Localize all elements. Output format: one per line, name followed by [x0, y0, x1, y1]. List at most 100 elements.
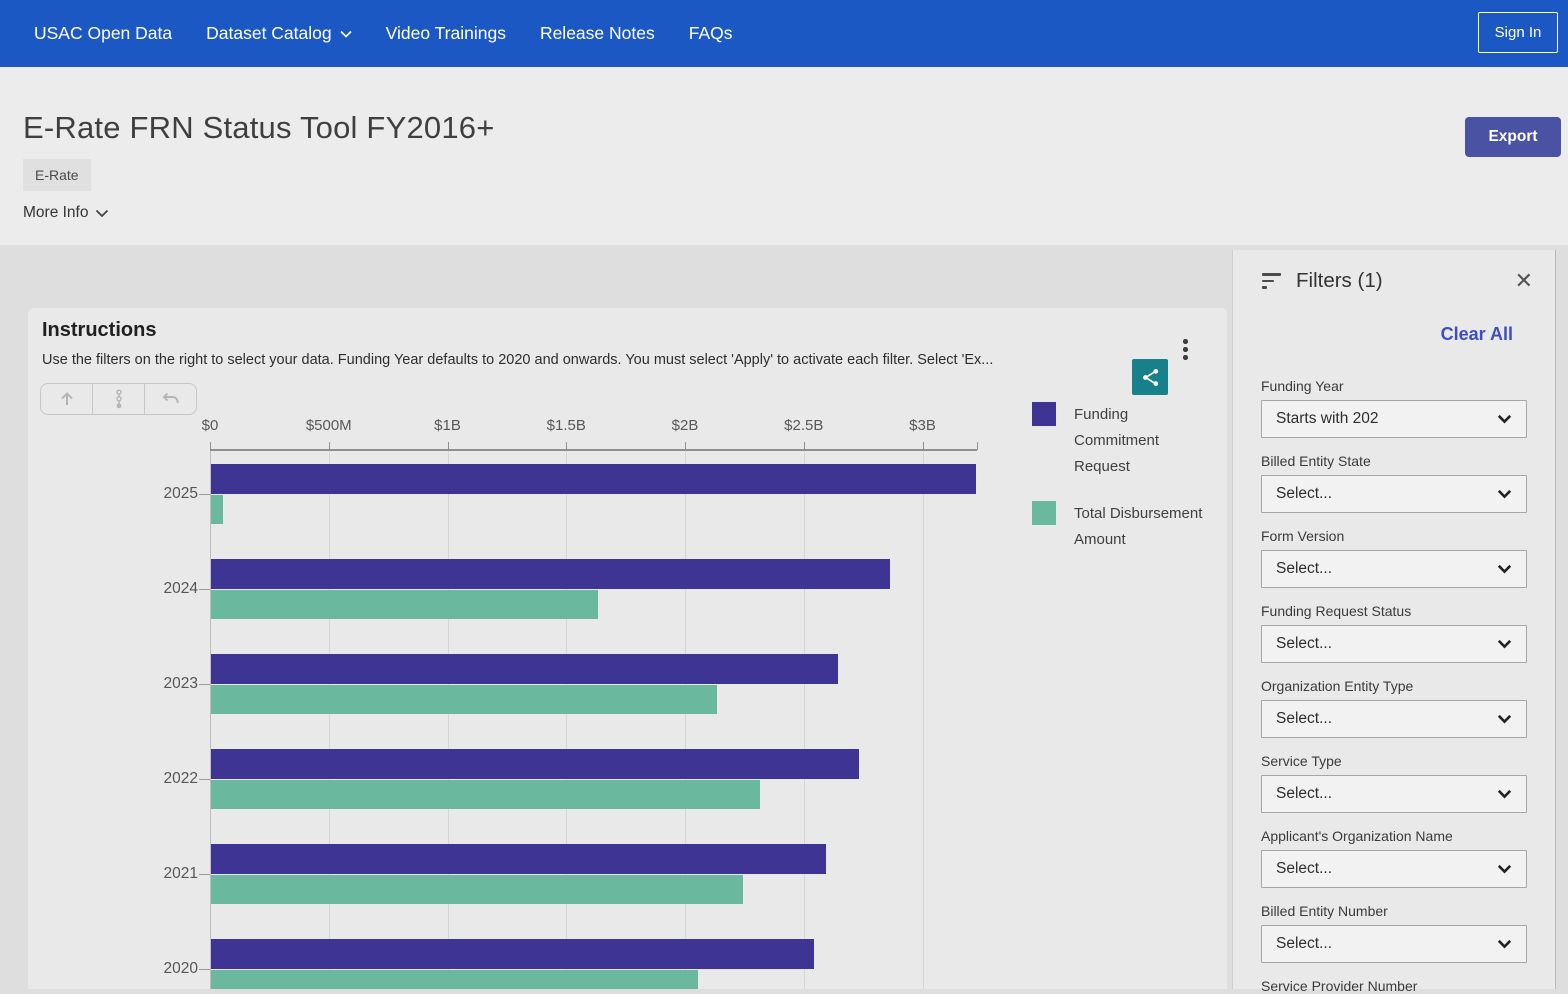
filters-panel: Filters (1) ✕ Clear All Funding YearStar… [1232, 250, 1556, 989]
bar-total-disbursement-amount-2023[interactable] [211, 685, 717, 714]
instructions-text: Use the filters on the right to select y… [42, 352, 1062, 368]
y-tick-mark [199, 874, 210, 875]
drill-hierarchy-button[interactable] [93, 384, 145, 414]
chevron-down-icon [1497, 714, 1512, 724]
nav-item-label: Release Notes [540, 23, 655, 44]
legend-swatch [1032, 402, 1056, 426]
y-axis-label: 2020 [132, 960, 198, 978]
filter-select-applicant-s-organization-name[interactable]: Select... [1261, 850, 1527, 888]
chart-toolbar [40, 383, 197, 415]
bar-funding-commitment-request-2025[interactable] [211, 464, 976, 494]
x-tick-mark [977, 442, 978, 450]
bar-funding-commitment-request-2024[interactable] [211, 559, 890, 589]
chevron-down-icon [1497, 564, 1512, 574]
filter-select-value: Select... [1276, 635, 1332, 653]
share-icon [1140, 367, 1161, 388]
gridline [329, 451, 330, 989]
nav-item-label: USAC Open Data [34, 23, 172, 44]
chart-card: Instructions Use the filters on the righ… [28, 308, 1227, 989]
legend-label: Total DisbursementAmount [1074, 501, 1208, 553]
filter-select-service-type[interactable]: Select... [1261, 775, 1527, 813]
clear-all-button[interactable]: Clear All [1233, 324, 1555, 345]
bar-total-disbursement-amount-2025[interactable] [211, 495, 223, 524]
nav-links: USAC Open Data Dataset Catalog Video Train… [0, 23, 733, 44]
filter-select-value: Select... [1276, 710, 1332, 728]
filter-select-form-version[interactable]: Select... [1261, 550, 1527, 588]
sign-in-button[interactable]: Sign In [1478, 12, 1558, 53]
filter-select-billed-entity-state[interactable]: Select... [1261, 475, 1527, 513]
nav-item-label: FAQs [689, 23, 733, 44]
nav-item-dataset-catalog[interactable]: Dataset Catalog [206, 23, 352, 44]
filter-label: Organization Entity Type [1261, 678, 1527, 694]
category-tag[interactable]: E-Rate [23, 159, 91, 191]
gridline [923, 451, 924, 989]
filter-group-service-type: Service TypeSelect... [1261, 753, 1527, 813]
filter-group-funding-request-status: Funding Request StatusSelect... [1261, 603, 1527, 663]
nav-brand[interactable]: USAC Open Data [34, 23, 172, 44]
y-axis-label: 2022 [132, 770, 198, 788]
more-options-menu[interactable] [1179, 335, 1192, 364]
nav-item-release-notes[interactable]: Release Notes [540, 23, 655, 44]
filter-select-value: Select... [1276, 785, 1332, 803]
more-info-label: More Info [23, 204, 88, 222]
nav-item-video-trainings[interactable]: Video Trainings [386, 23, 506, 44]
chevron-down-icon [340, 30, 352, 38]
chevron-down-icon [1497, 639, 1512, 649]
bar-funding-commitment-request-2020[interactable] [211, 939, 814, 969]
chevron-down-icon [1497, 414, 1512, 424]
y-axis-label: 2025 [132, 485, 198, 503]
bar-total-disbursement-amount-2022[interactable] [211, 780, 760, 809]
y-tick-mark [199, 494, 210, 495]
filters-title: Filters (1) [1296, 269, 1383, 293]
close-icon[interactable]: ✕ [1515, 270, 1533, 292]
legend-label: FundingCommitmentRequest [1074, 402, 1208, 480]
undo-button[interactable] [145, 384, 196, 414]
x-tick-label: $2.5B [762, 417, 846, 434]
top-navbar: USAC Open Data Dataset Catalog Video Train… [0, 0, 1568, 67]
kebab-menu-icon [1183, 339, 1188, 344]
bar-total-disbursement-amount-2024[interactable] [211, 590, 598, 619]
filter-group-form-version: Form Version Select... [1261, 528, 1527, 588]
page-header: E-Rate FRN Status Tool FY2016+ E-Rate Mo… [0, 67, 1568, 245]
filter-label: Billed Entity State [1261, 453, 1527, 469]
share-button[interactable] [1132, 359, 1168, 395]
filter-select-value: Select... [1276, 860, 1332, 878]
filter-select-organization-entity-type[interactable]: Select... [1261, 700, 1527, 738]
page-title: E-Rate FRN Status Tool FY2016+ [23, 110, 495, 146]
gridline [566, 451, 567, 989]
bar-funding-commitment-request-2021[interactable] [211, 844, 826, 874]
nav-item-label: Video Trainings [386, 23, 506, 44]
filter-icon [1262, 273, 1282, 289]
drill-hierarchy-icon [113, 389, 125, 410]
nav-item-faqs[interactable]: FAQs [689, 23, 733, 44]
y-axis-label: 2024 [132, 580, 198, 598]
filter-select-funding-request-status[interactable]: Select... [1261, 625, 1527, 663]
y-axis-label: 2023 [132, 675, 198, 693]
more-info-toggle[interactable]: More Info [23, 204, 109, 222]
nav-item-label: Dataset Catalog [206, 23, 332, 44]
instructions-title: Instructions [42, 319, 156, 342]
bar-funding-commitment-request-2023[interactable] [211, 654, 838, 684]
chevron-down-icon [1497, 489, 1512, 499]
filter-label: Form Version [1261, 528, 1527, 544]
filter-group-applicant-s-organization-name: Applicant's Organization NameSelect... [1261, 828, 1527, 888]
filter-group-organization-entity-type: Organization Entity Type Select... [1261, 678, 1527, 738]
filter-label: Billed Entity Number [1261, 903, 1527, 919]
filter-groups: Funding YearStarts with 202Billed Entity… [1233, 378, 1555, 994]
x-tick-label: $2B [643, 417, 727, 434]
bar-total-disbursement-amount-2021[interactable] [211, 875, 743, 904]
chevron-down-icon [1497, 789, 1512, 799]
filter-select-value: Select... [1276, 560, 1332, 578]
y-axis-line [210, 451, 211, 989]
filter-select-funding-year[interactable]: Starts with 202 [1261, 400, 1527, 438]
x-tick-label: $1.5B [524, 417, 608, 434]
filter-select-value: Starts with 202 [1276, 410, 1379, 428]
bar-total-disbursement-amount-2020[interactable] [211, 970, 698, 989]
filter-select-value: Select... [1276, 485, 1332, 503]
legend-item-funding-commitment-request: FundingCommitmentRequest [1032, 402, 1218, 480]
filter-select-billed-entity-number[interactable]: Select... [1261, 925, 1527, 963]
arrow-up-button[interactable] [41, 384, 93, 414]
export-button[interactable]: Export [1465, 117, 1561, 157]
bar-funding-commitment-request-2022[interactable] [211, 749, 859, 779]
gridline [448, 451, 449, 989]
